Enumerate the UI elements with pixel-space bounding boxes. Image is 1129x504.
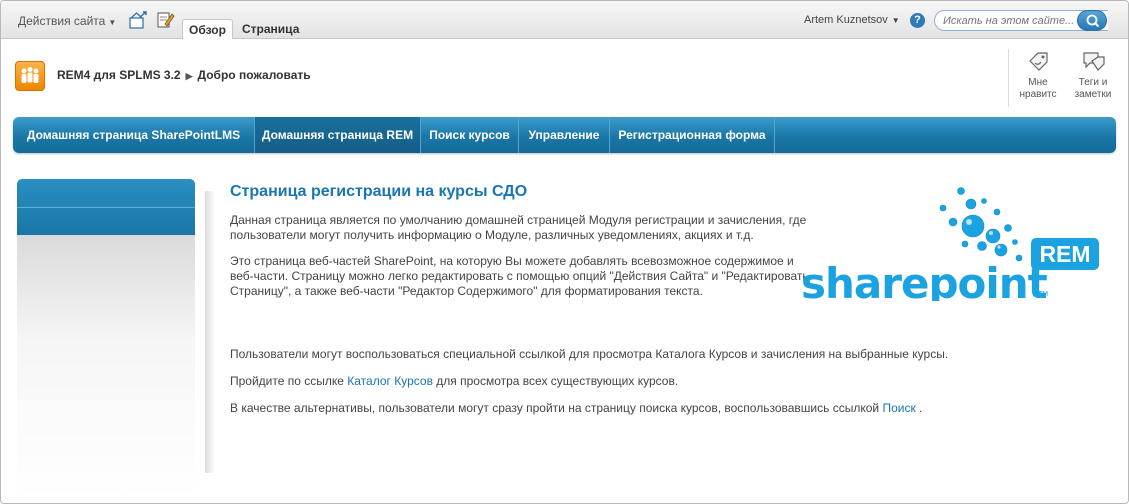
user-menu[interactable]: Artem Kuznetsov ▼ — [804, 14, 900, 26]
tags-notes-button[interactable]: Теги и заметки — [1064, 49, 1122, 101]
page-title: Добро пожаловать — [197, 68, 311, 82]
tab-browse[interactable]: Обзор — [182, 19, 233, 40]
tags-notes-icon — [1083, 52, 1105, 71]
chevron-down-icon: ▼ — [108, 18, 117, 27]
paragraph-5-text: В качестве альтернативы, пользователи мо… — [230, 401, 883, 415]
i-like-it-button[interactable]: Мне нравитс — [1009, 49, 1067, 101]
left-nav-divider — [17, 207, 195, 208]
like-label-line2: нравитс — [1019, 89, 1057, 100]
paragraph-4-text: Пройдите по ссылке — [230, 374, 348, 388]
nav-item-label: Регистрационная форма — [618, 128, 766, 142]
rem-badge: REM — [1039, 241, 1090, 267]
search-button[interactable] — [1077, 10, 1107, 31]
page-frame: Действия сайта ▼ Обзор Страница Artem Kuz… — [0, 0, 1129, 504]
content-paragraph-5: В качестве альтернативы, пользователи мо… — [230, 401, 1110, 416]
nav-item-label: Домашняя страница REM — [261, 128, 414, 142]
course-catalog-link[interactable]: Каталог Курсов — [347, 374, 433, 388]
content-paragraph-3: Пользователи могут воспользоваться специ… — [230, 347, 949, 361]
site-logo[interactable] — [15, 61, 45, 91]
tags-label-line2: заметки — [1074, 89, 1112, 100]
breadcrumb-site-link[interactable]: REM4 для SPLMS 3.2 — [57, 68, 181, 82]
breadcrumb: REM4 для SPLMS 3.2 ▶ Добро пожаловать — [57, 68, 311, 82]
paragraph-4-text-end: для просмотра всех существующих курсов. — [432, 374, 679, 388]
content-heading: Страница регистрации на курсы СДО — [230, 183, 528, 200]
left-navigation — [17, 179, 195, 235]
tab-page-label: Страница — [242, 22, 300, 36]
tags-label-line1: Теги и — [1078, 77, 1108, 88]
content-paragraph-2: Это страница веб-частей SharePoint, на к… — [230, 254, 809, 298]
nav-item-label: Управление — [528, 128, 600, 142]
nav-item-registration-form[interactable]: Регистрационная форма — [610, 117, 775, 153]
nav-item-label: Поиск курсов — [429, 128, 510, 142]
nav-item-sharepointlms-home[interactable]: Домашняя страница SharePointLMS — [13, 117, 255, 153]
left-navigation-panel — [17, 235, 195, 500]
paragraph-5-text-end: . — [915, 401, 923, 415]
sharepoint-rem-logo: REM sharepoint TM — [801, 187, 1099, 301]
chevron-down-icon: ▼ — [891, 16, 900, 25]
people-icon — [21, 67, 39, 83]
top-navigation: Домашняя страница SharePointLMS Домашняя… — [13, 117, 1116, 153]
ribbon-bar: Действия сайта ▼ Обзор Страница Artem Kuz… — [1, 1, 1128, 40]
tab-page[interactable]: Страница — [236, 19, 305, 39]
content-paragraph-4: Пройдите по ссылке Каталог Курсов для пр… — [230, 374, 1110, 389]
nav-item-course-search[interactable]: Поиск курсов — [421, 117, 519, 153]
like-tag-icon — [1029, 52, 1048, 71]
help-icon[interactable]: ? — [910, 13, 925, 28]
like-label-line1: Мне — [1028, 77, 1048, 88]
search-icon — [1086, 14, 1100, 28]
edit-page-icon[interactable] — [156, 11, 176, 29]
navigate-up-icon[interactable] — [128, 11, 148, 29]
nav-item-rem-home[interactable]: Домашняя страница REM — [255, 117, 421, 153]
content-paragraph-1: Данная страница является по умолчанию до… — [230, 213, 807, 242]
site-actions-menu[interactable]: Действия сайта ▼ — [18, 14, 116, 28]
site-actions-label: Действия сайта — [18, 14, 106, 28]
chevron-right-icon: ▶ — [185, 71, 193, 81]
search-link[interactable]: Поиск — [882, 401, 915, 415]
user-name: Artem Kuznetsov — [804, 14, 888, 26]
title-area: REM4 для SPLMS 3.2 ▶ Добро пожаловать Мне … — [1, 39, 1128, 111]
tab-browse-label: Обзор — [189, 23, 226, 37]
nav-item-management[interactable]: Управление — [519, 117, 610, 153]
content-shadow — [205, 191, 215, 473]
sharepoint-wordmark: sharepoint — [801, 259, 1048, 301]
main-content: Страница регистрации на курсы СДО Данная… — [230, 183, 810, 310]
nav-item-label: Домашняя страница SharePointLMS — [26, 128, 241, 142]
trademark-mark: TM — [1038, 291, 1048, 298]
